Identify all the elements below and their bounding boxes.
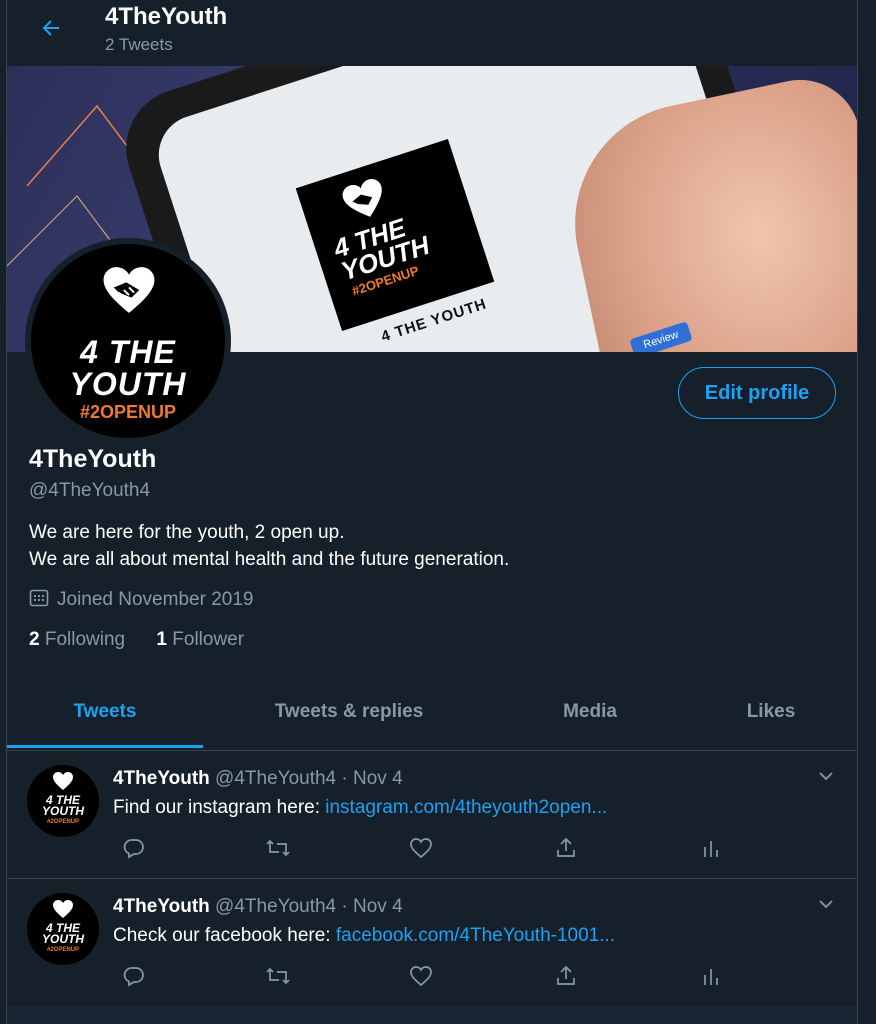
tweet-meta: @4TheYouth4 · Nov 4 xyxy=(215,768,403,789)
tweet-link[interactable]: facebook.com/4TheYouth-1001... xyxy=(336,925,615,946)
heart-handshake-icon xyxy=(53,900,73,918)
analytics-icon[interactable] xyxy=(701,965,721,987)
reply-icon[interactable] xyxy=(123,837,145,859)
tweet[interactable]: 4 THE YOUTH #2OPENUP 4TheYouth @4TheYouth… xyxy=(7,879,857,1007)
tweet-text: Find our instagram here: instagram.com/4… xyxy=(113,797,608,818)
following-link[interactable]: 2 Following xyxy=(29,629,125,650)
joined-date: Joined November 2019 xyxy=(29,588,253,611)
avatar-tag: #2OPENUP xyxy=(79,402,177,422)
tweet-actions xyxy=(113,965,733,991)
tweet-header: 4TheYouth @4TheYouth4 · Nov 4 xyxy=(113,768,403,790)
like-icon[interactable] xyxy=(409,965,433,987)
chevron-down-icon[interactable] xyxy=(817,895,835,913)
chevron-down-icon[interactable] xyxy=(817,767,835,785)
avatar-text: 4 THE YOUTH xyxy=(69,334,187,402)
active-tab-indicator xyxy=(7,745,203,748)
tweet-avatar[interactable]: 4 THE YOUTH #2OPENUP xyxy=(27,765,99,837)
profile-avatar[interactable]: 4 THE YOUTH #2OPENUP xyxy=(25,238,231,444)
tab-tweets-replies[interactable]: Tweets & replies xyxy=(203,680,495,748)
retweet-icon[interactable] xyxy=(265,965,291,987)
followers-link[interactable]: 1 Follower xyxy=(156,629,244,650)
arrow-left-icon xyxy=(42,20,59,36)
back-button[interactable] xyxy=(31,8,71,48)
next-tweet-edge xyxy=(7,1006,857,1024)
profile-tabs: Tweets Tweets & replies Media Likes xyxy=(7,680,857,751)
tab-media[interactable]: Media xyxy=(495,680,685,748)
avatar-image: 4 THE YOUTH #2OPENUP xyxy=(31,244,225,438)
calendar-icon xyxy=(29,589,49,607)
tweet-author-name[interactable]: 4TheYouth xyxy=(113,768,210,789)
tweet[interactable]: 4 THE YOUTH #2OPENUP 4TheYouth @4TheYouth… xyxy=(7,751,857,879)
tweet-actions xyxy=(113,837,733,863)
profile-name: 4TheYouth xyxy=(29,445,157,473)
page-title: 4TheYouth xyxy=(105,3,228,30)
tweet-link[interactable]: instagram.com/4theyouth2open... xyxy=(325,797,607,818)
top-bar: 4TheYouth 2 Tweets xyxy=(7,0,857,66)
retweet-icon[interactable] xyxy=(265,837,291,859)
share-icon[interactable] xyxy=(555,837,577,859)
heart-handshake-icon xyxy=(103,267,155,313)
profile-handle: @4TheYouth4 xyxy=(29,480,151,501)
tab-tweets[interactable]: Tweets xyxy=(7,680,203,748)
like-icon[interactable] xyxy=(409,837,433,859)
tweet-meta: @4TheYouth4 · Nov 4 xyxy=(215,896,403,917)
tweet-header: 4TheYouth @4TheYouth4 · Nov 4 xyxy=(113,896,403,918)
tab-likes[interactable]: Likes xyxy=(685,680,857,748)
tweet-text: Check our facebook here: facebook.com/4T… xyxy=(113,925,616,946)
reply-icon[interactable] xyxy=(123,965,145,987)
follow-stats: 2 Following 1 Follower xyxy=(29,629,270,651)
share-icon[interactable] xyxy=(555,965,577,987)
analytics-icon[interactable] xyxy=(701,837,721,859)
tweet-count: 2 Tweets xyxy=(105,35,173,54)
edit-profile-button[interactable]: Edit profile xyxy=(678,367,836,419)
heart-handshake-icon xyxy=(53,772,73,790)
tweet-avatar[interactable]: 4 THE YOUTH #2OPENUP xyxy=(27,893,99,965)
profile-column: 4TheYouth 2 Tweets 4 THE YOUTH #2OPENUP … xyxy=(6,0,858,1024)
tweet-author-name[interactable]: 4TheYouth xyxy=(113,896,210,917)
profile-bio: We are here for the youth, 2 open up. We… xyxy=(29,522,510,570)
